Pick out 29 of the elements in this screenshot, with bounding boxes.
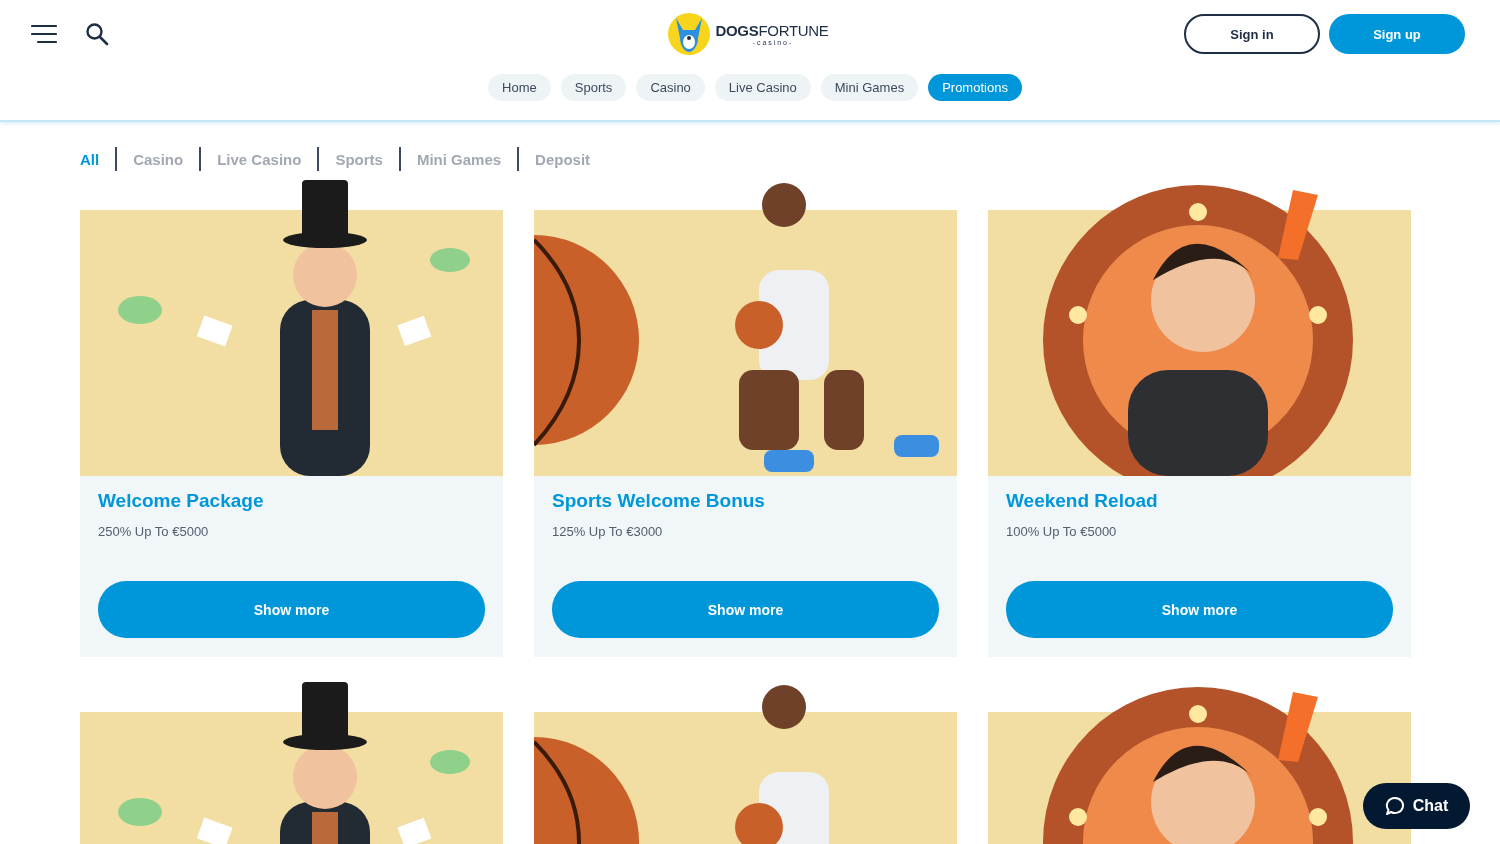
promo-title: Sports Welcome Bonus [552,490,766,512]
menu-icon[interactable] [31,24,57,44]
nav-tab[interactable]: Mini Games [820,74,919,101]
promo-subtitle: 100% Up To €5000 [1006,524,1118,539]
nav-tab[interactable]: Sports [560,74,627,101]
nav-tab[interactable]: Promotions [928,74,1022,101]
show-more-button[interactable]: Show more [552,581,939,638]
chat-button[interactable]: Chat [1363,783,1470,829]
filter-tab[interactable]: Sports [335,150,383,168]
filter-tab[interactable]: Deposit [535,150,591,168]
dog-logo-icon[interactable] [667,12,712,56]
sign-in-button[interactable]: Sign in [1184,14,1320,54]
show-more-button[interactable]: Show more [98,581,485,638]
speech-bubble-icon [1384,796,1405,816]
filter-tab[interactable]: All [80,150,100,168]
search-icon[interactable] [85,22,109,46]
sign-up-button[interactable]: Sign up [1329,14,1465,54]
promo-subtitle: 125% Up To €3000 [552,524,664,539]
filter-tab[interactable]: Casino [133,150,184,168]
promo-subtitle: 250% Up To €5000 [98,524,210,539]
logo-wordmark[interactable]: DOGSFORTUNE [715,22,829,39]
promo-title: Welcome Package [98,490,265,512]
filter-tab[interactable]: Mini Games [416,150,502,168]
show-more-button[interactable]: Show more [1006,581,1393,638]
nav-tab[interactable]: Casino [636,74,705,101]
nav-tab[interactable]: Home [488,74,551,101]
filter-tab[interactable]: Live Casino [217,150,302,168]
promo-title: Weekend Reload [1006,490,1159,512]
nav-tab[interactable]: Live Casino [714,74,811,101]
